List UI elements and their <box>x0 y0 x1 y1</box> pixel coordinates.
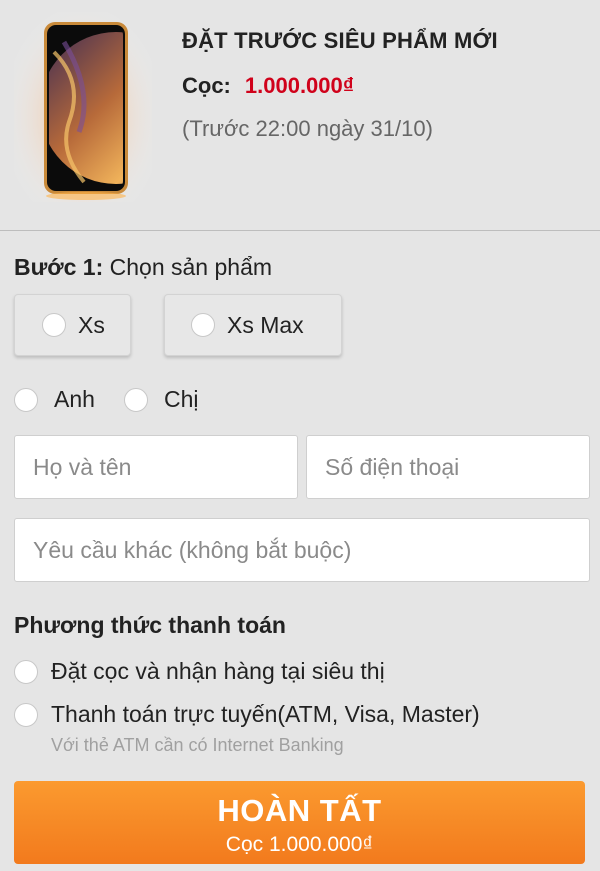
radio-icon[interactable] <box>14 387 38 412</box>
step1-label: Bước 1: Chọn sản phẩm <box>14 254 272 281</box>
payment-option-label: Thanh toán trực tuyến(ATM, Visa, Master) <box>51 701 480 727</box>
step1-label-bold: Bước 1: <box>14 254 104 280</box>
deposit-amount: 1.000.000₫ <box>244 73 355 98</box>
payment-option-online[interactable]: Thanh toán trực tuyến(ATM, Visa, Master) <box>14 701 480 728</box>
product-option-label: Xs <box>78 311 105 338</box>
deposit-label: Cọc: <box>182 73 231 98</box>
page-title: ĐẶT TRƯỚC SIÊU PHẨM MỚI <box>182 28 498 53</box>
submit-button-label: HOÀN TẤT <box>217 793 382 828</box>
product-option-xs-max[interactable]: Xs Max <box>164 294 342 356</box>
payment-option-label: Đặt cọc và nhận hàng tại siêu thị <box>51 658 385 684</box>
gender-option-anh[interactable]: Anh <box>14 386 95 413</box>
product-option-label: Xs Max <box>227 311 304 338</box>
submit-button-sublabel: Cọc 1.000.000₫ <box>225 833 374 856</box>
radio-icon[interactable] <box>42 313 66 337</box>
payment-note: Với thẻ ATM cần có Internet Banking <box>51 735 344 755</box>
step1-label-text: Chọn sản phẩm <box>103 254 273 280</box>
radio-icon[interactable] <box>14 659 38 684</box>
radio-icon[interactable] <box>124 387 148 412</box>
note-input[interactable] <box>14 518 590 582</box>
divider <box>0 230 600 231</box>
phone-product-image <box>14 12 152 202</box>
gender-option-label: Chị <box>164 386 199 412</box>
payment-method-title: Phương thức thanh toán <box>14 612 286 638</box>
name-input[interactable] <box>14 435 298 499</box>
radio-icon[interactable] <box>191 313 215 337</box>
product-option-xs[interactable]: Xs <box>14 294 131 356</box>
payment-option-in-store[interactable]: Đặt cọc và nhận hàng tại siêu thị <box>14 658 385 685</box>
gender-option-label: Anh <box>54 386 95 412</box>
gender-option-chi[interactable]: Chị <box>124 386 199 413</box>
deposit-row: Cọc: 1.000.000₫ <box>182 73 354 99</box>
phone-input[interactable] <box>306 435 590 499</box>
product-header: ĐẶT TRƯỚC SIÊU PHẨM MỚI Cọc: 1.000.000₫ (… <box>0 0 600 230</box>
submit-button[interactable]: HOÀN TẤT Cọc 1.000.000₫ <box>14 781 585 864</box>
radio-icon[interactable] <box>14 702 38 727</box>
deposit-deadline: (Trước 22:00 ngày 31/10) <box>182 116 433 141</box>
